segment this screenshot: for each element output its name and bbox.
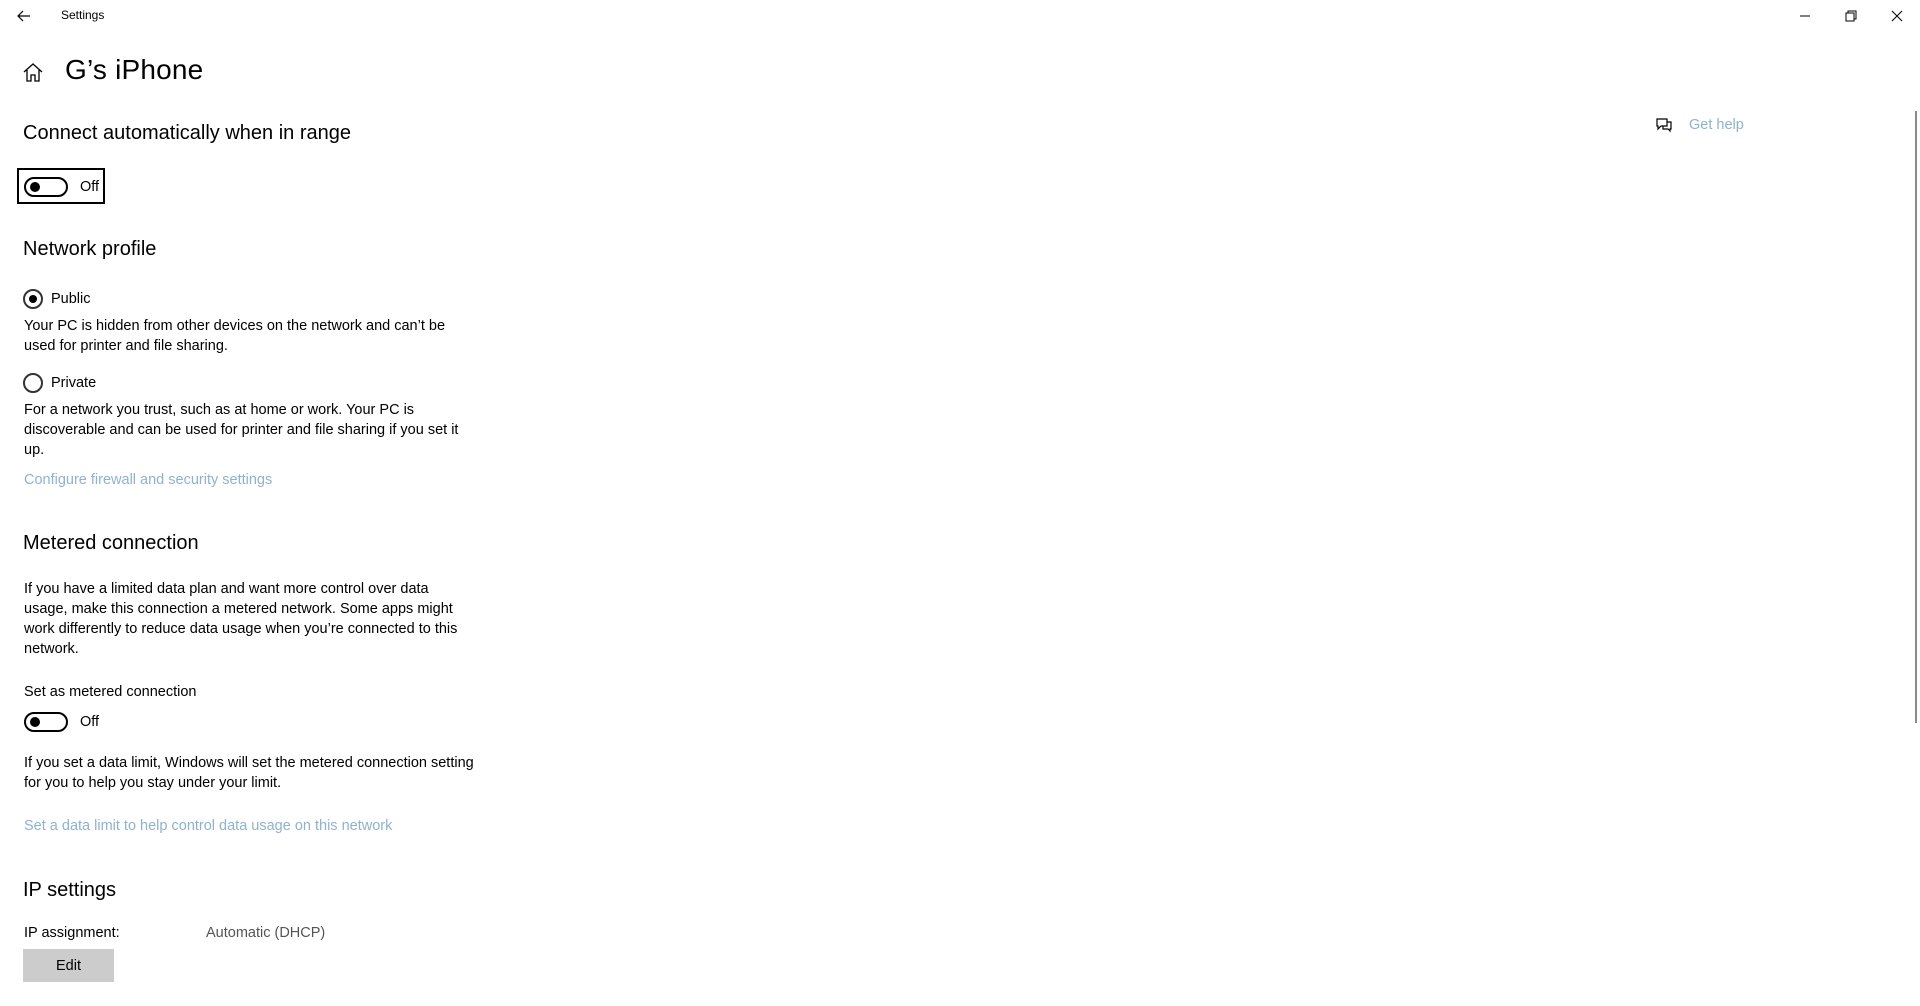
restore-icon bbox=[1845, 10, 1857, 22]
chat-help-icon bbox=[1656, 118, 1672, 133]
radio-public[interactable]: Public bbox=[23, 289, 91, 309]
public-description: Your PC is hidden from other devices on … bbox=[24, 318, 446, 354]
metered-description: If you have a limited data plan and want… bbox=[24, 581, 458, 657]
get-help-label: Get help bbox=[1689, 117, 1744, 133]
connect-auto-switch[interactable] bbox=[24, 177, 68, 197]
minimize-icon bbox=[1800, 15, 1810, 17]
private-description: For a network you trust, such as at home… bbox=[24, 402, 459, 458]
page-title: G’s iPhone bbox=[65, 54, 204, 85]
radio-public-circle[interactable] bbox=[23, 289, 43, 309]
scrollbar[interactable] bbox=[1915, 111, 1917, 723]
metered-switch[interactable] bbox=[24, 712, 68, 732]
ip-assignment-value: Automatic (DHCP) bbox=[206, 925, 326, 941]
data-limit-link[interactable]: Set a data limit to help control data us… bbox=[24, 818, 392, 834]
ip-settings-heading: IP settings bbox=[23, 879, 117, 901]
home-icon[interactable] bbox=[22, 61, 46, 85]
connect-auto-state: Off bbox=[80, 179, 100, 195]
metered-toggle[interactable]: Off bbox=[24, 712, 99, 732]
radio-private-label: Private bbox=[51, 375, 97, 391]
ip-assignment-label: IP assignment: bbox=[24, 925, 120, 941]
metered-heading: Metered connection bbox=[23, 532, 199, 554]
data-limit-description: If you set a data limit, Windows will se… bbox=[24, 755, 474, 791]
network-profile-heading: Network profile bbox=[23, 238, 157, 260]
radio-public-label: Public bbox=[51, 291, 91, 307]
get-help-link[interactable]: Get help bbox=[1655, 117, 1744, 133]
back-arrow-icon bbox=[17, 10, 30, 22]
toggle-knob bbox=[30, 182, 40, 192]
radio-private[interactable]: Private bbox=[23, 373, 96, 393]
radio-private-circle[interactable] bbox=[23, 373, 43, 393]
minimize-button[interactable] bbox=[1782, 0, 1828, 32]
close-button[interactable] bbox=[1874, 0, 1920, 32]
close-icon bbox=[1891, 10, 1903, 22]
metered-state: Off bbox=[80, 714, 100, 730]
restore-button[interactable] bbox=[1828, 0, 1874, 32]
connect-auto-heading: Connect automatically when in range bbox=[23, 122, 351, 144]
toggle-knob bbox=[30, 717, 40, 727]
connect-auto-toggle[interactable]: Off bbox=[24, 177, 99, 197]
back-button[interactable] bbox=[13, 5, 35, 27]
window-title: Settings bbox=[61, 8, 105, 22]
metered-toggle-label: Set as metered connection bbox=[24, 684, 197, 700]
firewall-settings-link[interactable]: Configure firewall and security settings bbox=[24, 472, 272, 488]
edit-ip-button[interactable]: Edit bbox=[23, 949, 114, 982]
